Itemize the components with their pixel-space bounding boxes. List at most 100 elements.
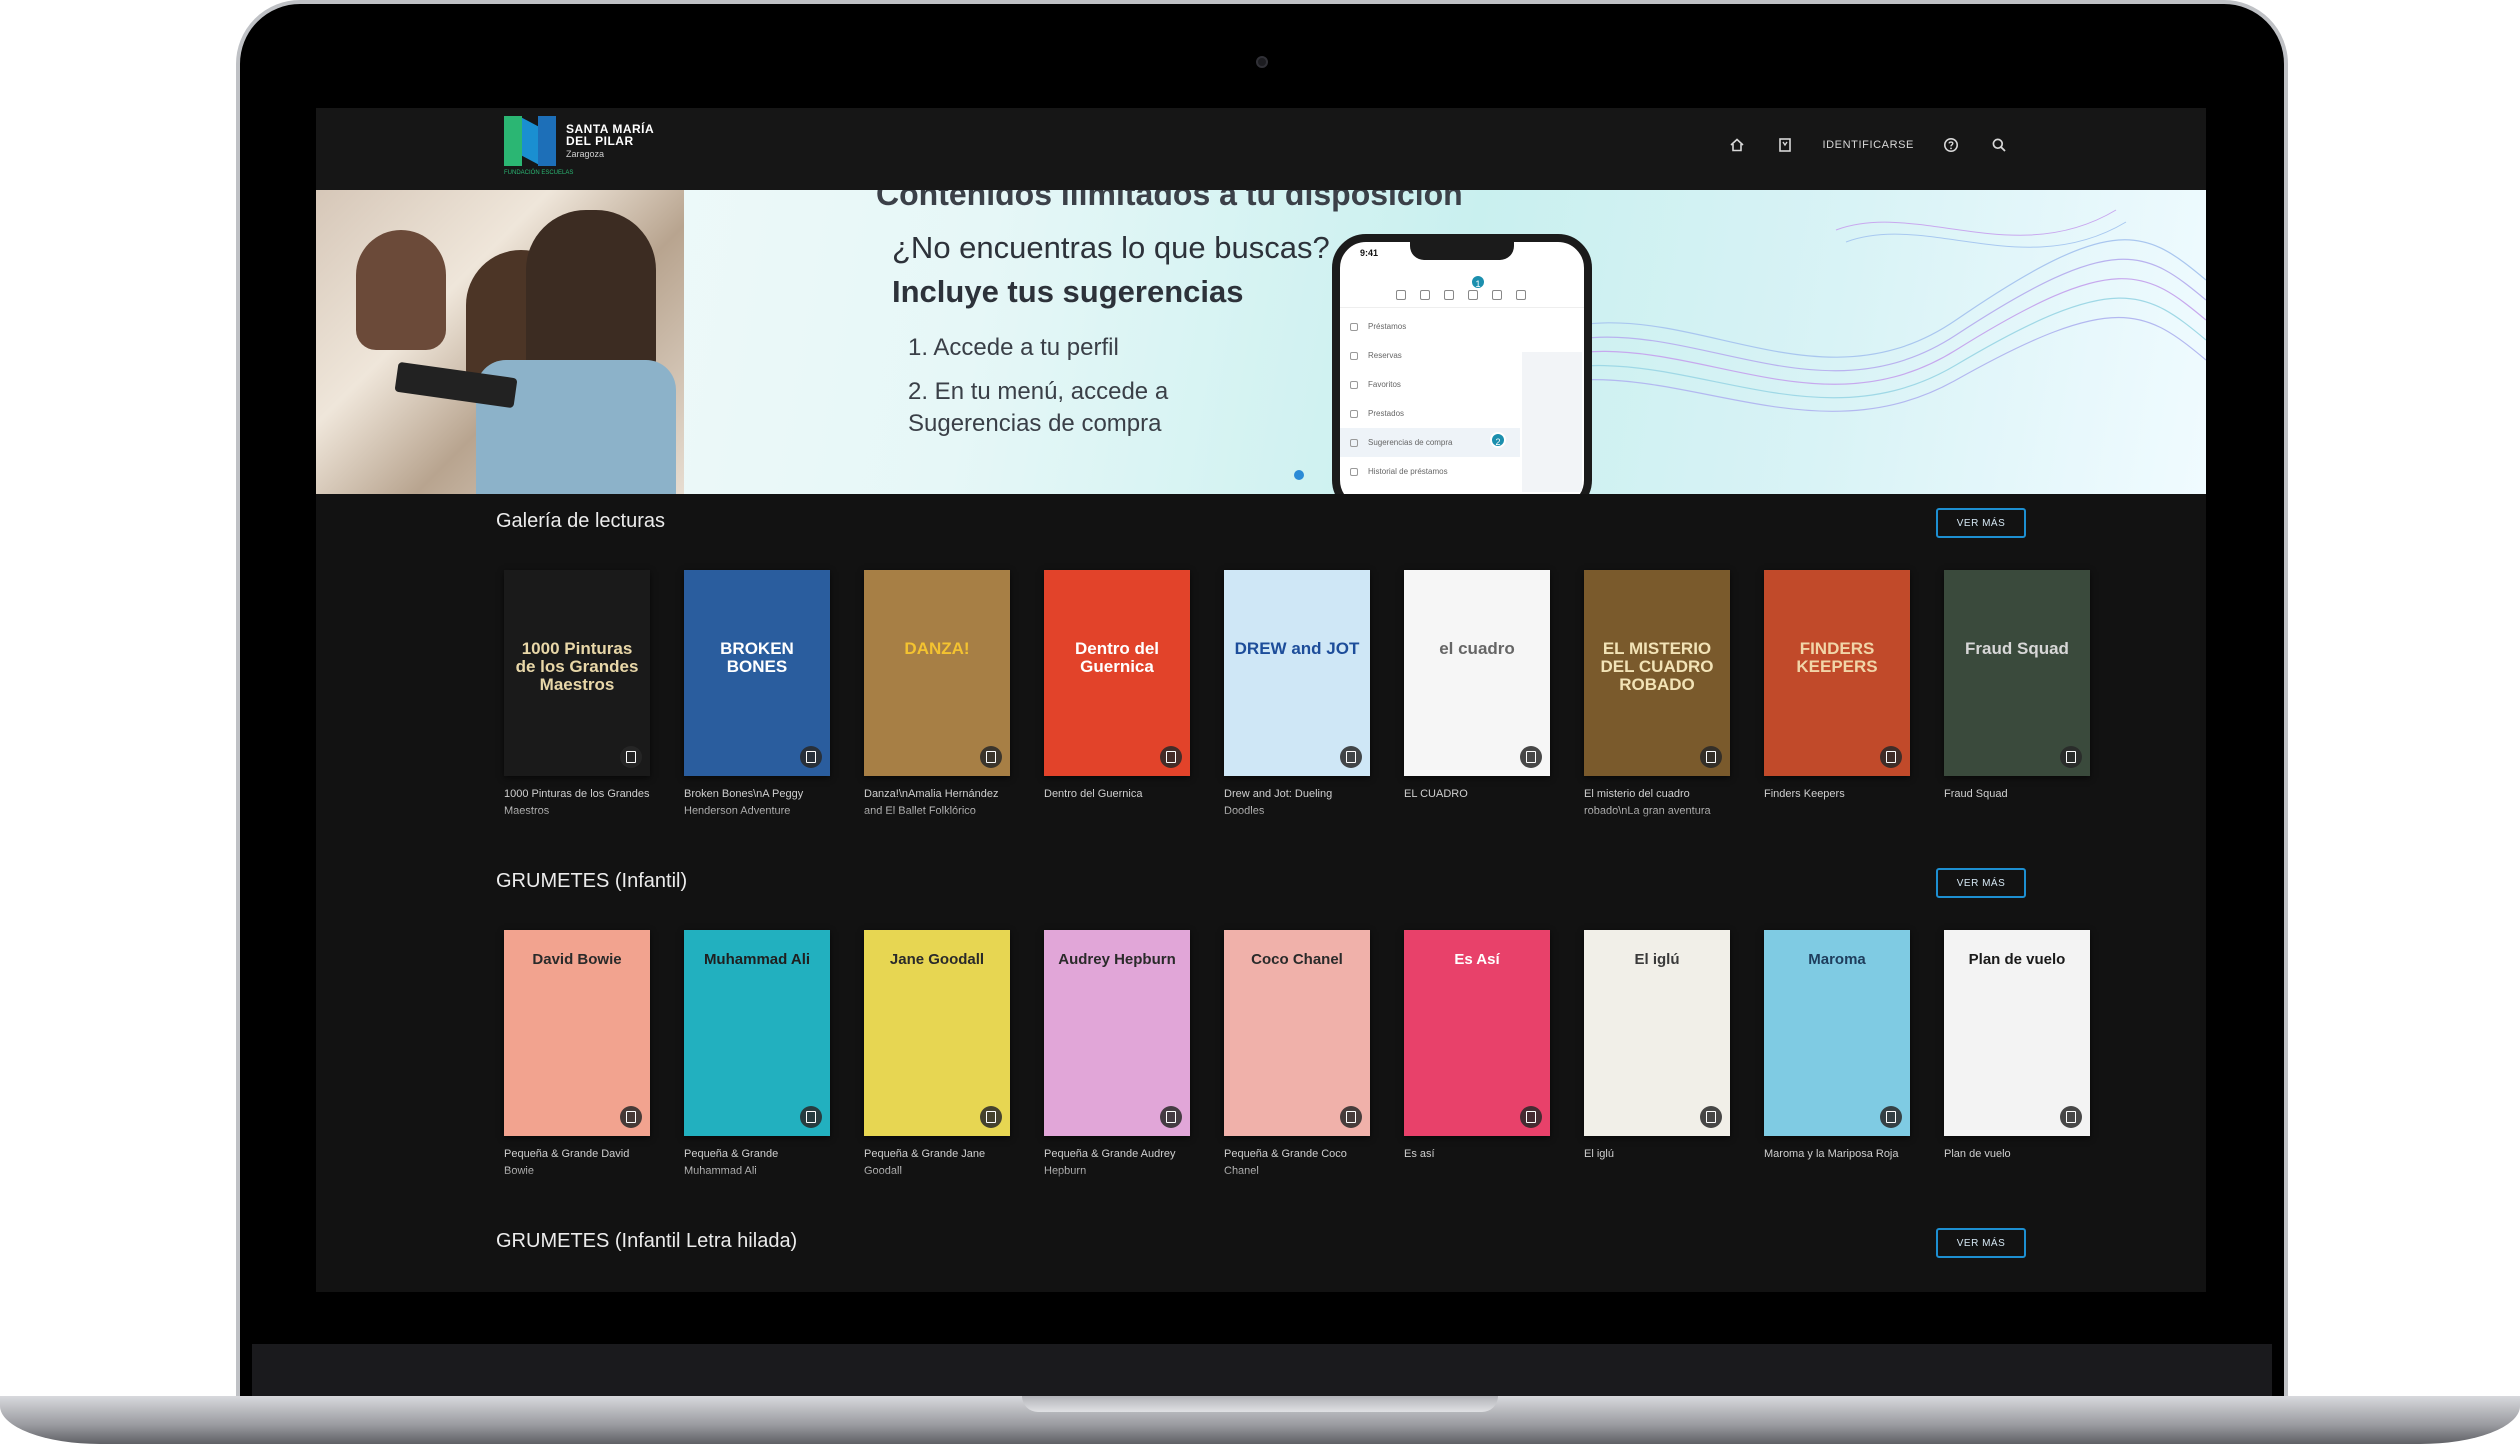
book-caption[interactable]: EL CUADRO: [1404, 786, 1550, 822]
phone-badge-1: 1: [1470, 274, 1486, 290]
logo-subtitle: FUNDACIÓN ESCUELAS: [504, 170, 574, 176]
phone-time: 9:41: [1360, 248, 1379, 258]
bookmark-icon[interactable]: [1774, 134, 1796, 156]
book-cover-title: Muhammad Ali: [703, 951, 811, 968]
ebook-icon: [980, 746, 1002, 768]
book-caption[interactable]: Plan de vuelo: [1944, 1146, 2090, 1182]
book-card[interactable]: Fraud Squad Fraud Squad: [1944, 570, 2090, 822]
book-cover[interactable]: Audrey Hepburn: [1044, 930, 1190, 1136]
book-cover-title: 1000 Pinturas de los Grandes Maestros: [515, 639, 639, 694]
book-card[interactable]: el cuadro EL CUADRO: [1404, 570, 1550, 822]
promo-banner[interactable]: Contenidos ilimitados a tu disposición ¿…: [316, 190, 2206, 494]
book-row-galeria: 1000 Pinturas de los Grandes Maestros 100…: [504, 570, 2090, 817]
book-card[interactable]: David Bowie Pequeña & Grande David Bowie: [504, 930, 650, 1182]
book-card[interactable]: Muhammad Ali Pequeña & Grande Muhammad Al…: [684, 930, 830, 1182]
decorative-waves: [1496, 209, 2206, 412]
phone-badge-2: 2: [1490, 432, 1506, 448]
book-cover[interactable]: BROKEN BONES: [684, 570, 830, 776]
book-cover-title: David Bowie: [532, 951, 622, 968]
screen: SANTA MARÍA DEL PILAR Zaragoza FUNDACIÓN…: [316, 108, 2206, 1292]
book-card[interactable]: Maroma Maroma y la Mariposa Roja: [1764, 930, 1910, 1182]
book-caption[interactable]: 1000 Pinturas de los Grandes Maestros: [504, 786, 650, 822]
ebook-icon: [620, 746, 642, 768]
book-cover[interactable]: Muhammad Ali: [684, 930, 830, 1136]
banner-step-1: 1. Accede a tu perfil: [908, 334, 1119, 361]
phone-menu-item: Reservas: [1368, 351, 1402, 360]
book-caption[interactable]: Pequeña & Grande Muhammad Ali: [684, 1146, 830, 1182]
banner-question: ¿No encuentras lo que buscas?: [892, 230, 1330, 265]
book-card[interactable]: Jane Goodall Pequeña & Grande Jane Goodal…: [864, 930, 1010, 1182]
ebook-icon: [1520, 746, 1542, 768]
book-cover[interactable]: Coco Chanel: [1224, 930, 1370, 1136]
book-caption[interactable]: Dentro del Guernica: [1044, 786, 1190, 822]
ebook-icon: [800, 1106, 822, 1128]
book-cover[interactable]: DREW and JOT: [1224, 570, 1370, 776]
book-cover[interactable]: Dentro del Guernica: [1044, 570, 1190, 776]
site-logo[interactable]: SANTA MARÍA DEL PILAR Zaragoza: [504, 116, 654, 166]
book-caption[interactable]: Fraud Squad: [1944, 786, 2090, 822]
book-caption[interactable]: El misterio del cuadro robado\nLa gran a…: [1584, 786, 1730, 822]
logo-line2: DEL PILAR: [566, 134, 634, 149]
book-caption[interactable]: Pequeña & Grande Jane Goodall: [864, 1146, 1010, 1182]
ebook-icon: [1700, 746, 1722, 768]
book-caption[interactable]: Broken Bones\nA Peggy Henderson Adventur…: [684, 786, 830, 822]
site-header: SANTA MARÍA DEL PILAR Zaragoza FUNDACIÓN…: [316, 108, 2206, 190]
book-caption[interactable]: Finders Keepers: [1764, 786, 1910, 822]
search-icon[interactable]: [1988, 134, 2010, 156]
book-card[interactable]: BROKEN BONES Broken Bones\nA Peggy Hender…: [684, 570, 830, 822]
login-link[interactable]: IDENTIFICARSE: [1822, 139, 1914, 151]
book-card[interactable]: EL MISTERIO DEL CUADRO ROBADO El misterio…: [1584, 570, 1730, 822]
home-icon[interactable]: [1726, 134, 1748, 156]
banner-step-2: 2. En tu menú, accede a Sugerencias de c…: [908, 378, 1169, 437]
book-caption[interactable]: Pequeña & Grande Audrey Hepburn: [1044, 1146, 1190, 1182]
book-card[interactable]: Plan de vuelo Plan de vuelo: [1944, 930, 2090, 1182]
book-cover[interactable]: David Bowie: [504, 930, 650, 1136]
book-caption[interactable]: Pequeña & Grande David Bowie: [504, 1146, 650, 1182]
carousel-dot[interactable]: [1294, 470, 1304, 480]
book-card[interactable]: 1000 Pinturas de los Grandes Maestros 100…: [504, 570, 650, 822]
phone-menu-item: Historial de préstamos: [1368, 467, 1448, 476]
book-caption[interactable]: Maroma y la Mariposa Roja: [1764, 1146, 1910, 1182]
book-card[interactable]: FINDERS KEEPERS Finders Keepers: [1764, 570, 1910, 822]
book-cover[interactable]: el cuadro: [1404, 570, 1550, 776]
book-caption[interactable]: Es así: [1404, 1146, 1550, 1182]
book-cover-title: EL MISTERIO DEL CUADRO ROBADO: [1600, 639, 1714, 694]
book-cover-title: DREW and JOT: [1234, 639, 1360, 658]
book-cover-title: Jane Goodall: [889, 951, 985, 968]
book-card[interactable]: DREW and JOT Drew and Jot: Dueling Doodle…: [1224, 570, 1370, 822]
ver-mas-button-letra-hilada[interactable]: VER MÁS: [1936, 1228, 2026, 1258]
book-cover[interactable]: Jane Goodall: [864, 930, 1010, 1136]
book-cover[interactable]: Plan de vuelo: [1944, 930, 2090, 1136]
book-caption[interactable]: El iglú: [1584, 1146, 1730, 1182]
book-cover-title: DANZA!: [904, 639, 970, 658]
book-cover[interactable]: Maroma: [1764, 930, 1910, 1136]
book-cover[interactable]: 1000 Pinturas de los Grandes Maestros: [504, 570, 650, 776]
book-cover[interactable]: FINDERS KEEPERS: [1764, 570, 1910, 776]
book-caption[interactable]: Pequeña & Grande Coco Chanel: [1224, 1146, 1370, 1182]
book-cover[interactable]: EL MISTERIO DEL CUADRO ROBADO: [1584, 570, 1730, 776]
book-cover-title: Audrey Hepburn: [1058, 951, 1176, 968]
book-cover-title: El iglú: [1634, 951, 1680, 968]
book-card[interactable]: DANZA! Danza!\nAmalia Hernández and El Ba…: [864, 570, 1010, 822]
book-card[interactable]: Coco Chanel Pequeña & Grande Coco Chanel: [1224, 930, 1370, 1182]
book-card[interactable]: Audrey Hepburn Pequeña & Grande Audrey He…: [1044, 930, 1190, 1182]
book-cover-title: BROKEN BONES: [720, 639, 794, 676]
book-cover-title: Maroma: [1808, 951, 1866, 968]
ver-mas-button-grumetes[interactable]: VER MÁS: [1936, 868, 2026, 898]
book-cover[interactable]: DANZA!: [864, 570, 1010, 776]
book-cover-title: FINDERS KEEPERS: [1796, 639, 1878, 676]
book-cover[interactable]: El iglú: [1584, 930, 1730, 1136]
book-cover-title: Es Así: [1454, 951, 1500, 968]
book-card[interactable]: Es Así Es así: [1404, 930, 1550, 1182]
ver-mas-button-galeria[interactable]: VER MÁS: [1936, 508, 2026, 538]
top-nav: IDENTIFICARSE: [1726, 134, 2010, 156]
logo-line3: Zaragoza: [566, 148, 605, 159]
book-cover[interactable]: Es Así: [1404, 930, 1550, 1136]
phone-mockup: 9:41 1 Préstamos Reservas Favoritos Pres…: [1332, 234, 1592, 494]
book-card[interactable]: Dentro del Guernica Dentro del Guernica: [1044, 570, 1190, 822]
help-icon[interactable]: [1940, 134, 1962, 156]
book-cover[interactable]: Fraud Squad: [1944, 570, 2090, 776]
book-caption[interactable]: Danza!\nAmalia Hernández and El Ballet F…: [864, 786, 1010, 822]
book-card[interactable]: El iglú El iglú: [1584, 930, 1730, 1182]
book-caption[interactable]: Drew and Jot: Dueling Doodles: [1224, 786, 1370, 822]
